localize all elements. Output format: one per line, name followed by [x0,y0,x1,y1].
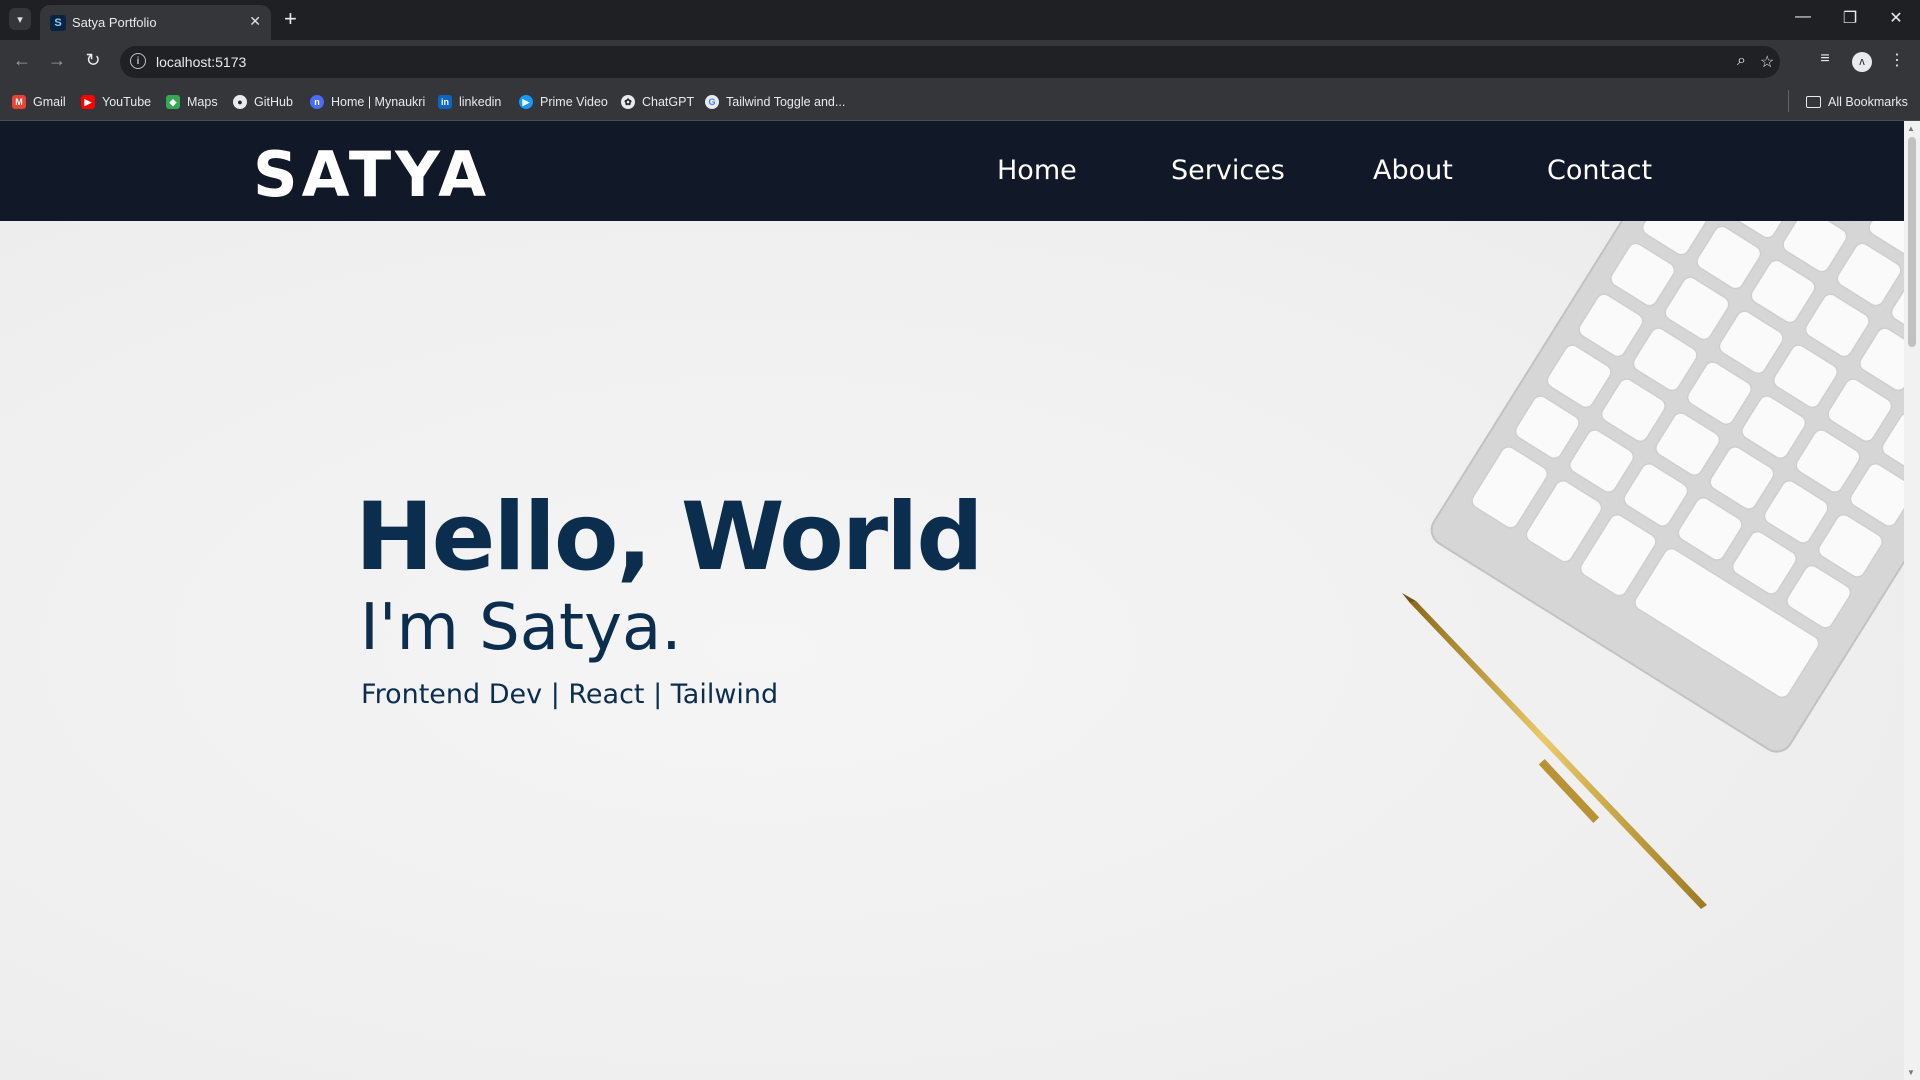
folder-icon [1806,96,1821,108]
bookmark-chatgpt[interactable]: ✿ ChatGPT [621,93,694,111]
tab-title: Satya Portfolio [72,15,157,30]
browser-tab-active[interactable]: S Satya Portfolio ✕ [40,5,271,40]
logo-text: SATYA [253,138,490,203]
chatgpt-icon: ✿ [621,95,635,109]
bookmark-youtube[interactable]: ▶ YouTube [81,93,151,111]
url-text[interactable]: localhost:5173 [156,54,246,70]
nav-link-about[interactable]: About [1373,155,1453,186]
bookmark-label: linkedin [459,95,502,109]
site-navbar: SATYA Home Services About Contact [0,121,1904,221]
bookmark-tailwind[interactable]: G Tailwind Toggle and... [705,93,845,111]
bookmark-label: Tailwind Toggle and... [726,95,846,109]
forward-arrow-icon[interactable]: → [45,50,69,71]
zoom-icon[interactable]: ⌕ [1737,52,1746,70]
bookmark-label: Home | Mynaukri [331,95,426,109]
tab-close-icon[interactable]: ✕ [249,13,261,30]
hero-tagline: Frontend Dev | React | Tailwind [361,679,779,710]
bookmarks-bar: M Gmail ▶ YouTube ◆ Maps ● GitHub n Home… [0,84,1920,121]
bookmark-prime-video[interactable]: ▶ Prime Video [519,93,608,111]
tab-search-chevron-icon[interactable]: ▾ [9,8,31,30]
youtube-icon: ▶ [81,95,95,109]
hero-title: Hello, World [355,483,984,592]
all-bookmarks[interactable]: All Bookmarks [1806,93,1908,111]
new-tab-icon[interactable]: + [284,6,297,32]
bookmarks-divider [1788,90,1789,112]
bookmark-mynaukri[interactable]: n Home | Mynaukri [310,93,425,111]
minimize-icon[interactable]: — [1788,8,1818,26]
nav-link-home[interactable]: Home [997,155,1077,186]
reload-icon[interactable]: ↻ [81,50,105,71]
bookmark-label: Maps [187,95,218,109]
github-icon: ● [233,95,247,109]
address-bar[interactable]: i localhost:5173 ⌕ ☆ [120,46,1780,78]
page-viewport: SATYA Home Services About Contact Hello,… [0,121,1904,1080]
bookmark-gmail[interactable]: M Gmail [12,93,66,111]
scroll-thumb[interactable] [1908,137,1916,347]
menu-dots-icon[interactable]: ⋮ [1885,50,1909,70]
all-bookmarks-label: All Bookmarks [1828,95,1908,109]
google-icon: G [705,95,719,109]
site-logo[interactable]: SATYA [253,137,513,211]
prime-video-icon: ▶ [519,95,533,109]
bookmark-label: Prime Video [540,95,608,109]
bookmark-star-icon[interactable]: ☆ [1760,52,1774,72]
site-favicon-icon: S [50,15,66,31]
keyboard-shape [1430,221,1904,753]
back-arrow-icon[interactable]: ← [10,50,34,71]
bookmark-linkedin[interactable]: in linkedin [438,93,501,111]
nav-link-services[interactable]: Services [1171,155,1285,186]
browser-tab-bar: ▾ S Satya Portfolio ✕ + — ❐ ✕ [0,0,1920,40]
bookmark-label: GitHub [254,95,293,109]
restore-icon[interactable]: ❐ [1835,8,1865,28]
gmail-icon: M [12,95,26,109]
site-info-icon[interactable]: i [130,53,146,69]
profile-avatar[interactable]: ʌ [1852,52,1872,72]
bookmark-label: Gmail [33,95,66,109]
scroll-up-icon[interactable]: ▲ [1907,124,1915,133]
mynaukri-icon: n [310,95,324,109]
browser-toolbar: ← → ↻ i localhost:5173 ⌕ ☆ ≡ ʌ ⋮ [0,40,1920,84]
page-scrollbar[interactable]: ▲ ▼ [1904,121,1920,1080]
keyboard-pen-illustration [1402,221,1904,909]
bookmark-maps[interactable]: ◆ Maps [166,93,218,111]
linkedin-icon: in [438,95,452,109]
nav-link-contact[interactable]: Contact [1547,155,1652,186]
maps-icon: ◆ [166,95,180,109]
hero-subtitle: I'm Satya. [360,591,682,665]
media-control-icon[interactable]: ≡ [1813,50,1837,68]
bookmark-github[interactable]: ● GitHub [233,93,293,111]
scroll-down-icon[interactable]: ▼ [1907,1068,1915,1077]
bookmark-label: ChatGPT [642,95,695,109]
bookmark-label: YouTube [102,95,152,109]
window-close-icon[interactable]: ✕ [1881,8,1911,28]
